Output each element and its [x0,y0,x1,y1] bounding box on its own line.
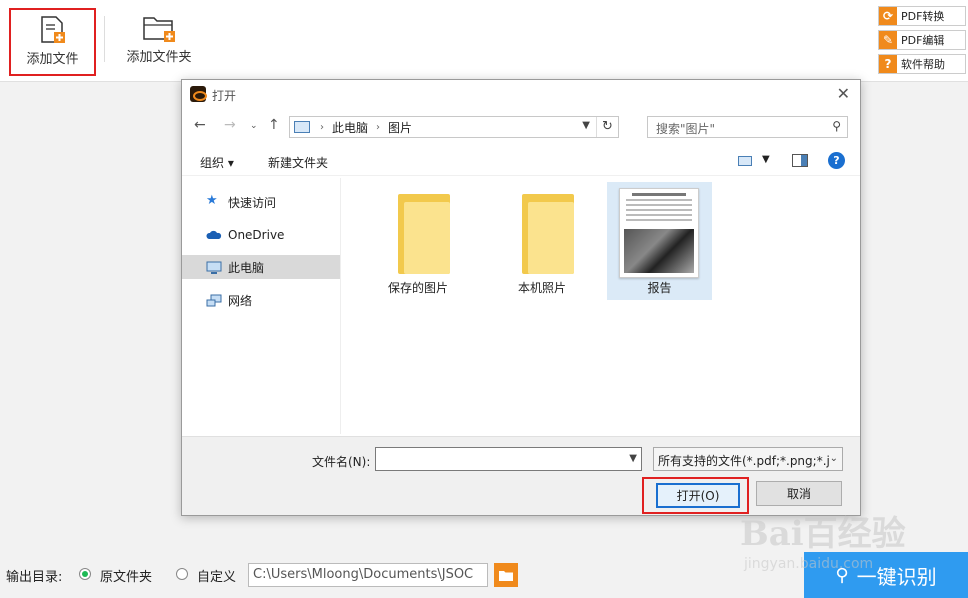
filename-input[interactable]: ▼ [375,447,642,471]
preview-pane-icon[interactable] [792,154,808,167]
filetype-value: 所有支持的文件(*.pdf;*.png;*.j [658,454,830,468]
cancel-button[interactable]: 取消 [756,481,842,506]
open-button[interactable]: 打开(O) [656,483,740,508]
file-item-saved-pictures[interactable]: 保存的图片 [366,182,470,300]
add-file-label: 添加文件 [26,52,79,67]
network-icon [206,294,222,307]
recognize-label: 一键识别 [856,564,937,589]
sidebar-item-quick-access[interactable]: ★ 快速访问 [182,190,340,214]
navigation-pane: ★ 快速访问 OneDrive 此电脑 网络 [182,178,341,434]
refresh-icon[interactable]: ↻ [596,117,618,137]
sidebar-item-this-pc[interactable]: 此电脑 [182,255,340,279]
open-file-dialog: 打开 ✕ ← → ⌄ ↑ › 此电脑 › 图片 ▼ ↻ 搜索"图片" ⚲ 组织 … [181,79,861,516]
organize-label: 组织 [200,156,225,170]
file-item-report[interactable]: 报告 [607,182,712,300]
sidebar-item-label: 快速访问 [228,195,277,210]
pdf-convert-button[interactable]: ⟳ PDF转换 [878,6,966,26]
view-mode-icon[interactable] [738,156,752,166]
folder-icon [499,570,513,581]
search-icon: ⚲ [832,119,841,133]
dialog-titlebar: 打开 ✕ [182,80,860,110]
breadcrumb-separator-icon: › [320,121,324,133]
sidebar-item-onedrive[interactable]: OneDrive [182,223,340,247]
sidebar-item-network[interactable]: 网络 [182,288,340,312]
command-bar: 组织 ▾ 新建文件夹 ▼ ? [182,146,860,176]
refresh-icon: ⟳ [879,7,897,25]
question-icon: ? [879,55,897,73]
browse-folder-button[interactable] [494,563,518,587]
file-item-label: 本机照片 [517,281,566,295]
help-label: 软件帮助 [901,58,945,71]
radio-original-folder[interactable] [79,568,91,580]
search-input[interactable]: 搜索"图片" ⚲ [647,116,848,138]
file-item-label: 保存的图片 [387,281,448,295]
recent-locations-chevron-icon[interactable]: ⌄ [250,121,258,131]
chevron-down-icon[interactable]: ▼ [629,453,637,464]
image-thumbnail-icon [619,188,699,278]
open-button-highlight: 打开(O) [642,477,749,514]
help-icon[interactable]: ? [828,152,845,169]
breadcrumb-separator-icon: › [376,121,381,133]
computer-icon [206,261,222,274]
bottom-bar: 输出目录: 原文件夹 自定义 C:\Users\Mloong\Documents… [0,552,968,598]
search-icon: ⚲ [835,564,849,586]
address-dropdown-icon[interactable]: ▼ [582,120,590,131]
picture-location-icon [294,121,310,133]
up-arrow-icon[interactable]: ↑ [268,117,280,133]
sidebar-item-label: OneDrive [228,228,285,242]
app-toolbar: 添加文件 添加文件夹 ⟳ PDF转换 ✎ PDF编辑 ? 软件帮助 [0,0,968,82]
navigation-bar: ← → ⌄ ↑ › 此电脑 › 图片 ▼ ↻ 搜索"图片" ⚲ [182,112,860,140]
sidebar-item-label: 网络 [228,293,253,308]
radio-original-label: 原文件夹 [100,570,153,585]
output-dir-label: 输出目录: [6,570,63,585]
recognize-button[interactable]: ⚲ 一键识别 [804,552,968,598]
file-item-camera-roll[interactable]: 本机照片 [490,182,594,300]
organize-button[interactable]: 组织 ▾ [200,154,234,171]
toolbar-separator [104,16,105,62]
pdf-edit-label: PDF编辑 [901,34,945,47]
forward-arrow-icon[interactable]: → [224,117,236,133]
file-list: 保存的图片 本机照片 报告 [342,178,860,434]
output-path-field[interactable]: C:\Users\Mloong\Documents\JSOC [248,563,488,587]
pdf-edit-button[interactable]: ✎ PDF编辑 [878,30,966,50]
dialog-title: 打开 [212,89,237,103]
pdf-convert-label: PDF转换 [901,10,945,23]
radio-custom[interactable] [176,568,188,580]
sidebar-item-label: 此电脑 [228,260,265,275]
file-item-label: 报告 [647,281,672,295]
help-button[interactable]: ? 软件帮助 [878,54,966,74]
add-file-icon [40,16,65,43]
folder-icon [522,194,574,274]
breadcrumb-this-pc[interactable]: 此电脑 [332,119,368,136]
folder-icon [398,194,450,274]
back-arrow-icon[interactable]: ← [194,117,206,133]
filename-label: 文件名(N): [312,455,371,469]
add-folder-label: 添加文件夹 [126,50,192,65]
close-icon[interactable]: ✕ [837,84,850,103]
search-placeholder: 搜索"图片" [656,122,716,136]
address-bar[interactable]: › 此电脑 › 图片 ▼ ↻ [289,116,619,138]
add-file-button[interactable]: 添加文件 [9,8,96,76]
chevron-down-icon: ⌄ [829,453,838,464]
breadcrumb-pictures[interactable]: 图片 [388,119,412,136]
dialog-footer: 文件名(N): ▼ 所有支持的文件(*.pdf;*.png;*.j ⌄ 打开(O… [182,436,860,515]
add-folder-button[interactable]: 添加文件夹 [116,8,202,76]
cloud-icon [206,230,222,239]
view-dropdown-icon[interactable]: ▼ [762,154,770,165]
pencil-icon: ✎ [879,31,897,49]
filetype-select[interactable]: 所有支持的文件(*.pdf;*.png;*.j ⌄ [653,447,843,471]
add-folder-icon [143,17,175,42]
radio-custom-label: 自定义 [197,570,237,585]
star-icon: ★ [206,193,218,208]
new-folder-button[interactable]: 新建文件夹 [268,154,328,171]
app-logo-icon [190,86,207,102]
